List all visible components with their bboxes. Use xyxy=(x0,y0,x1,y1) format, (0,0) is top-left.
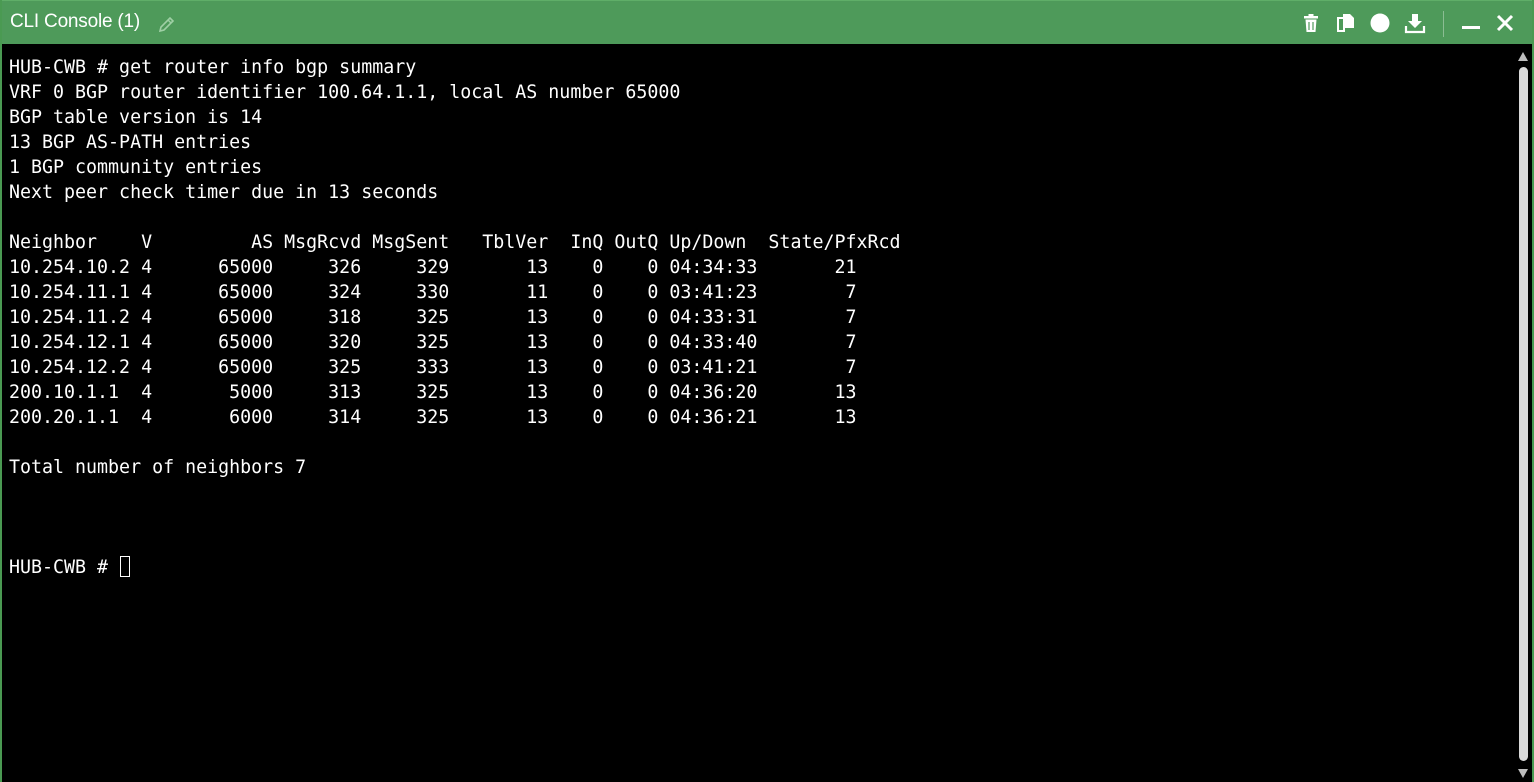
command-prompt[interactable]: HUB-CWB # xyxy=(9,555,119,580)
terminal-line: Next peer check timer due in 13 seconds xyxy=(9,182,439,203)
pencil-icon[interactable] xyxy=(156,13,178,35)
title-bar: CLI Console (1) xyxy=(2,0,1532,44)
scrollbar-thumb[interactable] xyxy=(1519,67,1528,761)
bgp-neighbor-row: 200.10.1.1 4 5000 313 325 13 0 0 04:36:2… xyxy=(9,382,857,403)
bgp-table-header: Neighbor V AS MsgRcvd MsgSent TblVer InQ… xyxy=(9,232,901,253)
bgp-neighbor-row: 10.254.12.2 4 65000 325 333 13 0 0 03:41… xyxy=(9,357,857,378)
terminal-line: BGP table version is 14 xyxy=(9,107,263,128)
terminal-line: 1 BGP community entries xyxy=(9,157,263,178)
bgp-neighbor-row: 10.254.11.1 4 65000 324 330 11 0 0 03:41… xyxy=(9,282,857,303)
window-title: CLI Console (1) xyxy=(10,11,141,32)
scroll-up-arrow-icon[interactable] xyxy=(1518,52,1528,61)
toolbar-divider xyxy=(1443,11,1444,37)
terminal-line: Total number of neighbors 7 xyxy=(9,457,307,478)
record-icon[interactable] xyxy=(1369,12,1391,34)
text-cursor xyxy=(120,556,130,577)
bgp-neighbor-row: 10.254.11.2 4 65000 318 325 13 0 0 04:33… xyxy=(9,307,857,328)
bgp-neighbor-row: 10.254.10.2 4 65000 326 329 13 0 0 04:34… xyxy=(9,257,857,278)
terminal-line: 13 BGP AS-PATH entries xyxy=(9,132,252,153)
close-icon[interactable] xyxy=(1494,12,1516,34)
terminal-line: HUB-CWB # get router info bgp summary xyxy=(9,57,417,78)
terminal-line: VRF 0 BGP router identifier 100.64.1.1, … xyxy=(9,82,681,103)
terminal-output[interactable]: HUB-CWB # get router info bgp summary VR… xyxy=(2,44,1516,782)
trash-icon[interactable] xyxy=(1300,12,1322,34)
bgp-neighbor-row: 200.20.1.1 4 6000 314 325 13 0 0 04:36:2… xyxy=(9,407,857,428)
minimize-icon[interactable] xyxy=(1460,12,1482,34)
copy-icon[interactable] xyxy=(1335,12,1357,34)
scroll-down-arrow-icon[interactable] xyxy=(1518,769,1528,778)
vertical-scrollbar[interactable] xyxy=(1516,50,1530,780)
bgp-neighbor-row: 10.254.12.1 4 65000 320 325 13 0 0 04:33… xyxy=(9,332,857,353)
cli-console-window: CLI Console (1) HUB-CWB # get router inf… xyxy=(0,0,1534,782)
download-icon[interactable] xyxy=(1404,12,1426,34)
